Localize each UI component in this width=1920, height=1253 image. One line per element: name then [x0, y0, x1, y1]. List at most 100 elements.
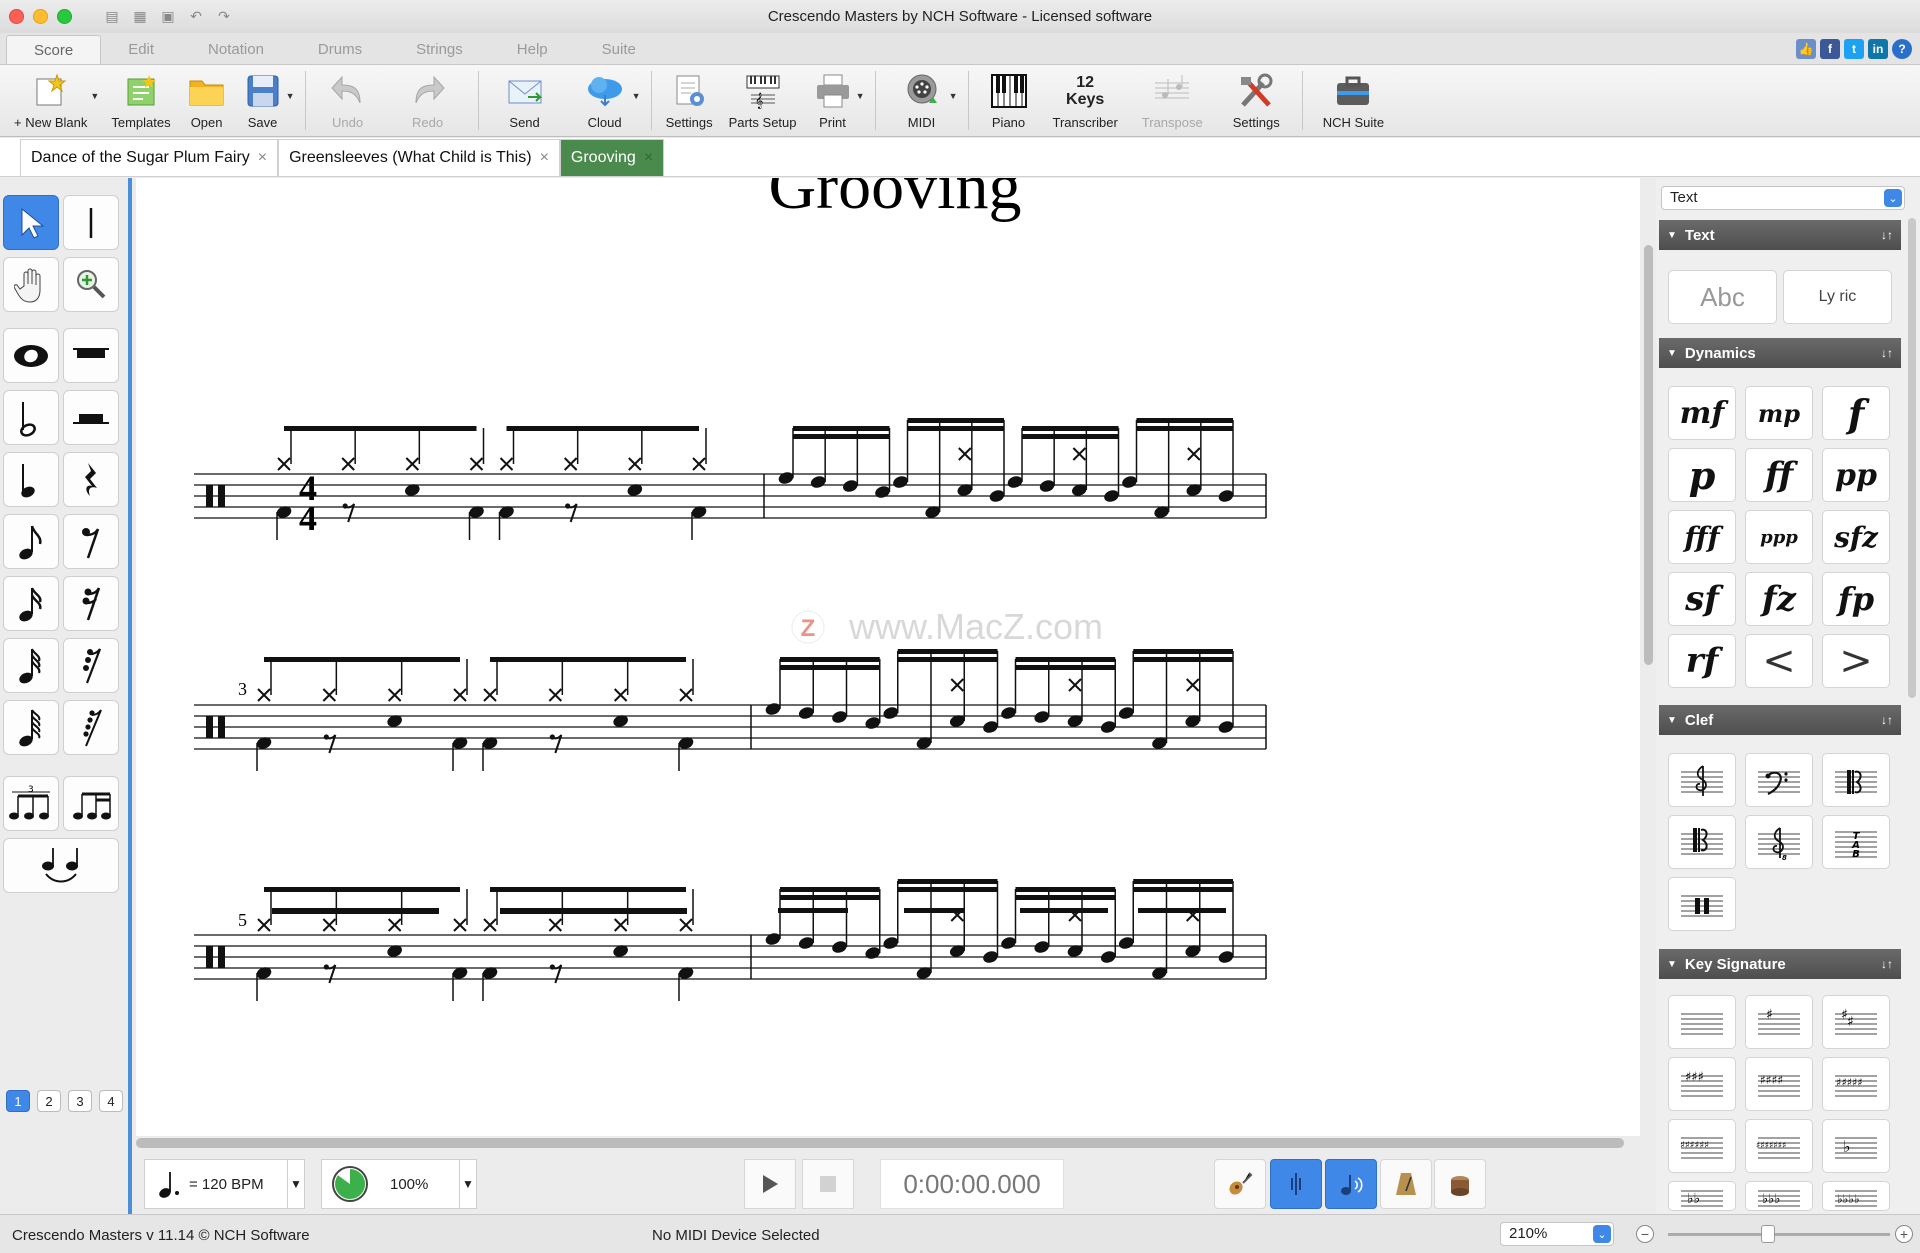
dynamic-fp[interactable]: fp	[1822, 572, 1890, 626]
palette-category-select[interactable]: Text ⌄	[1661, 186, 1905, 210]
eighth-rest-button[interactable]	[63, 514, 119, 569]
close-tab-icon[interactable]: ×	[540, 149, 549, 167]
facebook-icon[interactable]: f	[1820, 39, 1840, 59]
vertical-scrollbar[interactable]	[1644, 245, 1653, 665]
templates-quick-icon[interactable]: ▦	[130, 7, 150, 27]
cloud-dropdown-icon[interactable]: ▼	[632, 91, 641, 101]
tempo-control[interactable]: = 120 BPM	[144, 1159, 289, 1209]
stop-button[interactable]	[802, 1159, 854, 1209]
zoom-slider-thumb[interactable]	[1760, 1225, 1775, 1243]
parts-setup-button[interactable]: 𝄞 Parts Setup	[721, 65, 805, 136]
text-tool-item[interactable]: Abc	[1668, 270, 1777, 324]
dynamic-ppp[interactable]: ppp	[1745, 510, 1813, 564]
templates-button[interactable]: Templates	[103, 65, 178, 136]
save-button[interactable]: Save ▼	[235, 65, 295, 136]
note-sound-toggle[interactable]	[1325, 1159, 1377, 1209]
tab-notation[interactable]: Notation	[181, 35, 291, 64]
section-text-header[interactable]: ▼ Text ↓↑	[1659, 220, 1901, 250]
tab-drums[interactable]: Drums	[291, 35, 389, 64]
tenor-clef-icon[interactable]	[1668, 815, 1736, 869]
help-icon[interactable]: ?	[1892, 39, 1912, 59]
alto-clef-icon[interactable]	[1822, 753, 1890, 807]
thirty-second-rest-button[interactable]	[63, 638, 119, 693]
drum-kit-button[interactable]	[1434, 1159, 1486, 1209]
whole-note-button[interactable]	[3, 328, 59, 383]
key-signature-6-sharps[interactable]: ♯♯♯♯♯♯	[1668, 1119, 1736, 1173]
midi-button[interactable]: MIDI ▼	[882, 65, 962, 136]
instrument-button[interactable]	[1214, 1159, 1266, 1209]
dynamic-p[interactable]: p	[1668, 448, 1736, 502]
barline-tool-button[interactable]	[63, 195, 119, 250]
key-signature-2-sharps[interactable]: ♯ ♯	[1822, 995, 1890, 1049]
key-signature-5-sharps[interactable]: ♯♯♯♯♯	[1822, 1057, 1890, 1111]
zoom-select[interactable]: 210% ⌄	[1500, 1222, 1614, 1246]
print-button[interactable]: Print ▼	[805, 65, 865, 136]
key-signature-2-flats[interactable]: ♭♭	[1668, 1181, 1736, 1211]
minimize-window-button[interactable]	[33, 9, 48, 24]
volume-control[interactable]: 100%	[321, 1159, 461, 1209]
section-dynamics-header[interactable]: ▼ Dynamics ↓↑	[1659, 338, 1901, 368]
lyric-tool-item[interactable]: Ly ric	[1783, 270, 1892, 324]
tab-strings[interactable]: Strings	[389, 35, 490, 64]
nch-suite-button[interactable]: NCH Suite	[1309, 65, 1398, 136]
open-button[interactable]: Open	[179, 65, 235, 136]
quarter-note-button[interactable]	[3, 452, 59, 507]
sixty-fourth-note-button[interactable]	[3, 700, 59, 755]
doc-tab-grooving[interactable]: Grooving ×	[559, 139, 665, 176]
dynamic-sf[interactable]: sf	[1668, 572, 1736, 626]
new-file-icon[interactable]: ▤	[102, 7, 122, 27]
dynamic-f[interactable]: f	[1822, 386, 1890, 440]
key-signature-4-flats[interactable]: ♭♭♭♭	[1822, 1181, 1890, 1211]
triplet-button[interactable]: 3	[3, 776, 59, 831]
like-icon[interactable]: 👍	[1796, 39, 1816, 59]
hand-tool-button[interactable]	[3, 257, 59, 312]
save-dropdown-icon[interactable]: ▼	[286, 91, 295, 101]
half-rest-button[interactable]	[63, 390, 119, 445]
doc-tab-sugar-plum[interactable]: Dance of the Sugar Plum Fairy ×	[20, 139, 279, 176]
linkedin-icon[interactable]: in	[1868, 39, 1888, 59]
key-signature-4-sharps[interactable]: ♯♯♯♯	[1745, 1057, 1813, 1111]
reorder-arrows-icon[interactable]: ↓↑	[1881, 228, 1893, 242]
dynamic-sfz[interactable]: sfz	[1822, 510, 1890, 564]
crescendo-hairpin[interactable]: <	[1745, 634, 1813, 688]
reorder-arrows-icon[interactable]: ↓↑	[1881, 713, 1893, 727]
undo-quick-icon[interactable]: ↶	[186, 7, 206, 27]
key-signature-1-flat[interactable]: ♭	[1822, 1119, 1890, 1173]
tab-suite[interactable]: Suite	[575, 35, 663, 64]
beamed-notes-button[interactable]	[63, 776, 119, 831]
section-clef-header[interactable]: ▼ Clef ↓↑	[1659, 705, 1901, 735]
new-blank-button[interactable]: + New Blank ▼	[6, 65, 99, 136]
tab-edit[interactable]: Edit	[101, 35, 181, 64]
key-signature-7-sharps[interactable]: ♯♯♯♯♯♯♯	[1745, 1119, 1813, 1173]
close-window-button[interactable]	[9, 9, 24, 24]
play-button[interactable]	[744, 1159, 796, 1209]
print-dropdown-icon[interactable]: ▼	[856, 91, 865, 101]
quarter-rest-button[interactable]	[63, 452, 119, 507]
sixteenth-note-button[interactable]	[3, 576, 59, 631]
redo-button[interactable]: Redo	[384, 65, 472, 136]
palette-scrollbar[interactable]	[1908, 218, 1916, 698]
close-tab-icon[interactable]: ×	[258, 149, 267, 167]
score-settings-button[interactable]: Settings	[658, 65, 721, 136]
app-settings-button[interactable]: Settings	[1217, 65, 1296, 136]
horizontal-scrollbar[interactable]	[136, 1138, 1624, 1148]
send-button[interactable]: Send	[485, 65, 565, 136]
voice-2-button[interactable]: 2	[37, 1090, 61, 1112]
zoom-slider-track[interactable]	[1668, 1233, 1890, 1236]
whole-rest-button[interactable]	[63, 328, 119, 383]
decrescendo-hairpin[interactable]: >	[1822, 634, 1890, 688]
reorder-arrows-icon[interactable]: ↓↑	[1881, 957, 1893, 971]
treble-clef-icon[interactable]	[1668, 753, 1736, 807]
tab-clef-icon[interactable]: TAB	[1822, 815, 1890, 869]
sixty-fourth-rest-button[interactable]	[63, 700, 119, 755]
piano-button[interactable]: Piano	[975, 65, 1043, 136]
key-signature-3-sharps[interactable]: ♯♯♯	[1668, 1057, 1736, 1111]
midi-dropdown-icon[interactable]: ▼	[949, 91, 958, 101]
dynamic-ff[interactable]: ff	[1745, 448, 1813, 502]
voice-4-button[interactable]: 4	[99, 1090, 123, 1112]
half-note-button[interactable]	[3, 390, 59, 445]
section-key-signature-header[interactable]: ▼ Key Signature ↓↑	[1659, 949, 1901, 979]
metronome-toggle[interactable]	[1270, 1159, 1322, 1209]
undo-button[interactable]: Undo	[312, 65, 384, 136]
eighth-note-button[interactable]	[3, 514, 59, 569]
